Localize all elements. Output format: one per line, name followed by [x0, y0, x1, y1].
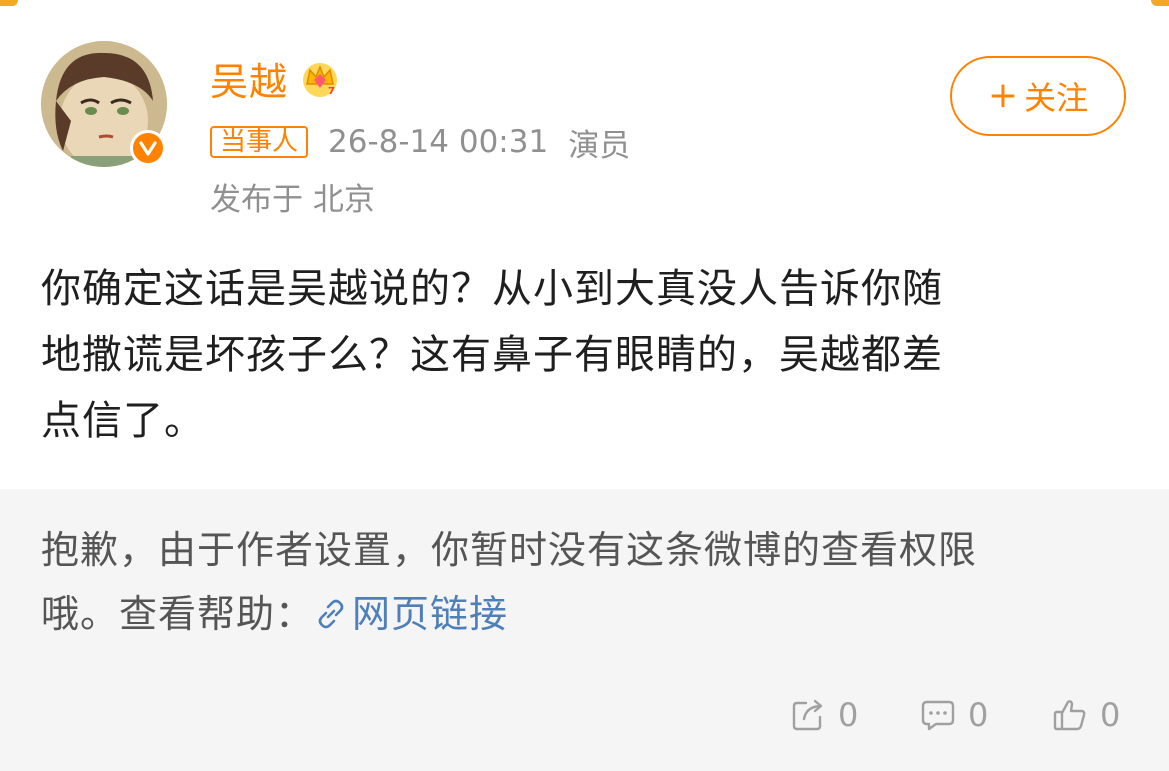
notice-line: 抱歉，由于作者设置，你暂时没有这条微博的查看权限 — [41, 528, 978, 572]
post-header: 吴越 7 当事人 26-8-14 00:31 演员 发布于 北京 + 关注 — [0, 0, 1169, 230]
post-action-bar: 0 0 0 — [0, 690, 1169, 740]
post-content: 你确定这话是吴越说的？从小到大真没人告诉你随 地撒谎是坏孩子么？这有鼻子有眼睛的… — [41, 256, 1131, 454]
comment-count: 0 — [968, 696, 989, 734]
post-content-line: 你确定这话是吴越说的？从小到大真没人告诉你随 — [41, 266, 943, 312]
party-tag-badge: 当事人 — [210, 126, 309, 158]
post-meta: 当事人 26-8-14 00:31 演员 — [210, 122, 631, 164]
author-name[interactable]: 吴越 — [210, 51, 288, 106]
notice-help-prefix: 哦。查看帮助： — [41, 592, 315, 636]
avatar[interactable] — [41, 41, 167, 167]
post-content-line: 地撒谎是坏孩子么？这有鼻子有眼睛的，吴越都差 — [41, 332, 943, 378]
post-location: 发布于 北京 — [210, 182, 375, 218]
repost-button[interactable]: 0 — [790, 690, 858, 740]
comment-button[interactable]: 0 — [920, 690, 988, 740]
author-row: 吴越 7 — [210, 50, 342, 106]
crown-icon[interactable]: 7 — [298, 56, 342, 100]
follow-button[interactable]: + 关注 — [950, 56, 1126, 136]
post-content-line: 点信了。 — [41, 398, 205, 444]
like-button[interactable]: 0 — [1052, 690, 1120, 740]
web-link[interactable]: 网页链接 — [314, 592, 508, 636]
like-count: 0 — [1100, 696, 1121, 734]
repost-count: 0 — [838, 696, 859, 734]
verified-v-icon — [130, 130, 166, 166]
comment-icon — [921, 700, 955, 731]
plus-icon: + — [987, 75, 1019, 116]
thumbs-up-icon — [1053, 700, 1086, 731]
repost-icon — [792, 699, 823, 731]
svg-text:7: 7 — [328, 86, 335, 97]
link-icon — [318, 599, 344, 629]
post-timestamp: 26-8-14 00:31 — [328, 124, 549, 160]
follow-button-label: 关注 — [1024, 79, 1089, 117]
restricted-notice-text: 抱歉，由于作者设置，你暂时没有这条微博的查看权限 哦。查看帮助： 网页链接 — [41, 518, 1131, 646]
author-role: 演员 — [568, 127, 631, 164]
web-link-label: 网页链接 — [352, 592, 509, 636]
notice-line-2: 哦。查看帮助： 网页链接 — [41, 582, 1131, 646]
